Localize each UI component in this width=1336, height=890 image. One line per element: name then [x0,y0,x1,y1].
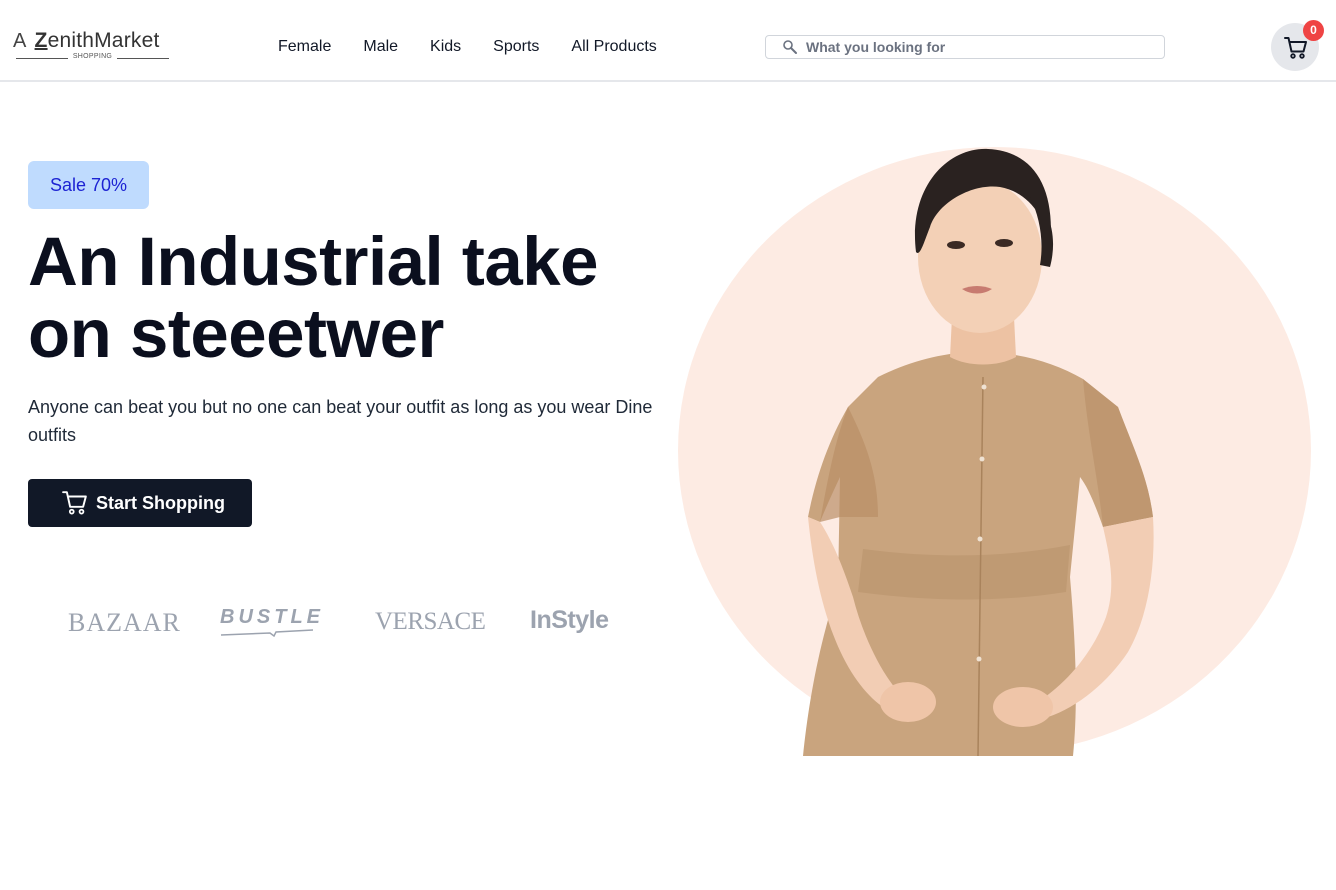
hero-description: Anyone can beat you but no one can beat … [28,397,653,445]
logo-prefix: A [13,30,27,52]
search-input[interactable] [806,39,1146,55]
cart-icon [62,491,87,515]
logo-tagline-row: SHOPPING [16,53,169,63]
hero-model-image [678,147,1311,756]
bustle-underline-icon [220,629,314,637]
brand-logo-bustle: BUSTLE [220,606,324,628]
cart-button[interactable]: 0 [1271,20,1324,71]
logo[interactable]: A Z enithMarket SHOPPING [13,30,173,64]
nav-item-kids[interactable]: Kids [430,38,461,56]
brand-logo-versace: VERSACE [375,608,486,635]
start-shopping-button[interactable]: Start Shopping [28,479,252,527]
hero-title: An Industrial take on steeetwer [28,223,598,372]
model-illustration [803,148,1154,756]
logo-tagline: SHOPPING [72,53,113,60]
nav-item-all-products[interactable]: All Products [571,38,656,56]
nav-item-sports[interactable]: Sports [493,38,539,56]
start-shopping-label: Start Shopping [96,492,225,513]
cart-icon [1284,37,1307,59]
nav-item-male[interactable]: Male [363,38,398,56]
logo-initial: Z [34,29,48,52]
site-header: A Z enithMarket SHOPPING Female Male Kid… [0,0,1336,82]
search-icon [783,40,797,54]
brand-logo-instyle: InStyle [530,606,609,634]
main-nav: Female Male Kids Sports All Products [278,38,657,56]
logo-wordmark: A Z enithMarket [13,29,173,53]
brand-logo-bazaar: BAZAAR [68,608,181,637]
logo-name: enithMarket [47,29,160,52]
cart-count-badge: 0 [1303,20,1324,41]
search-bar[interactable] [765,35,1165,59]
nav-item-female[interactable]: Female [278,38,331,56]
sale-badge: Sale 70% [28,161,149,209]
